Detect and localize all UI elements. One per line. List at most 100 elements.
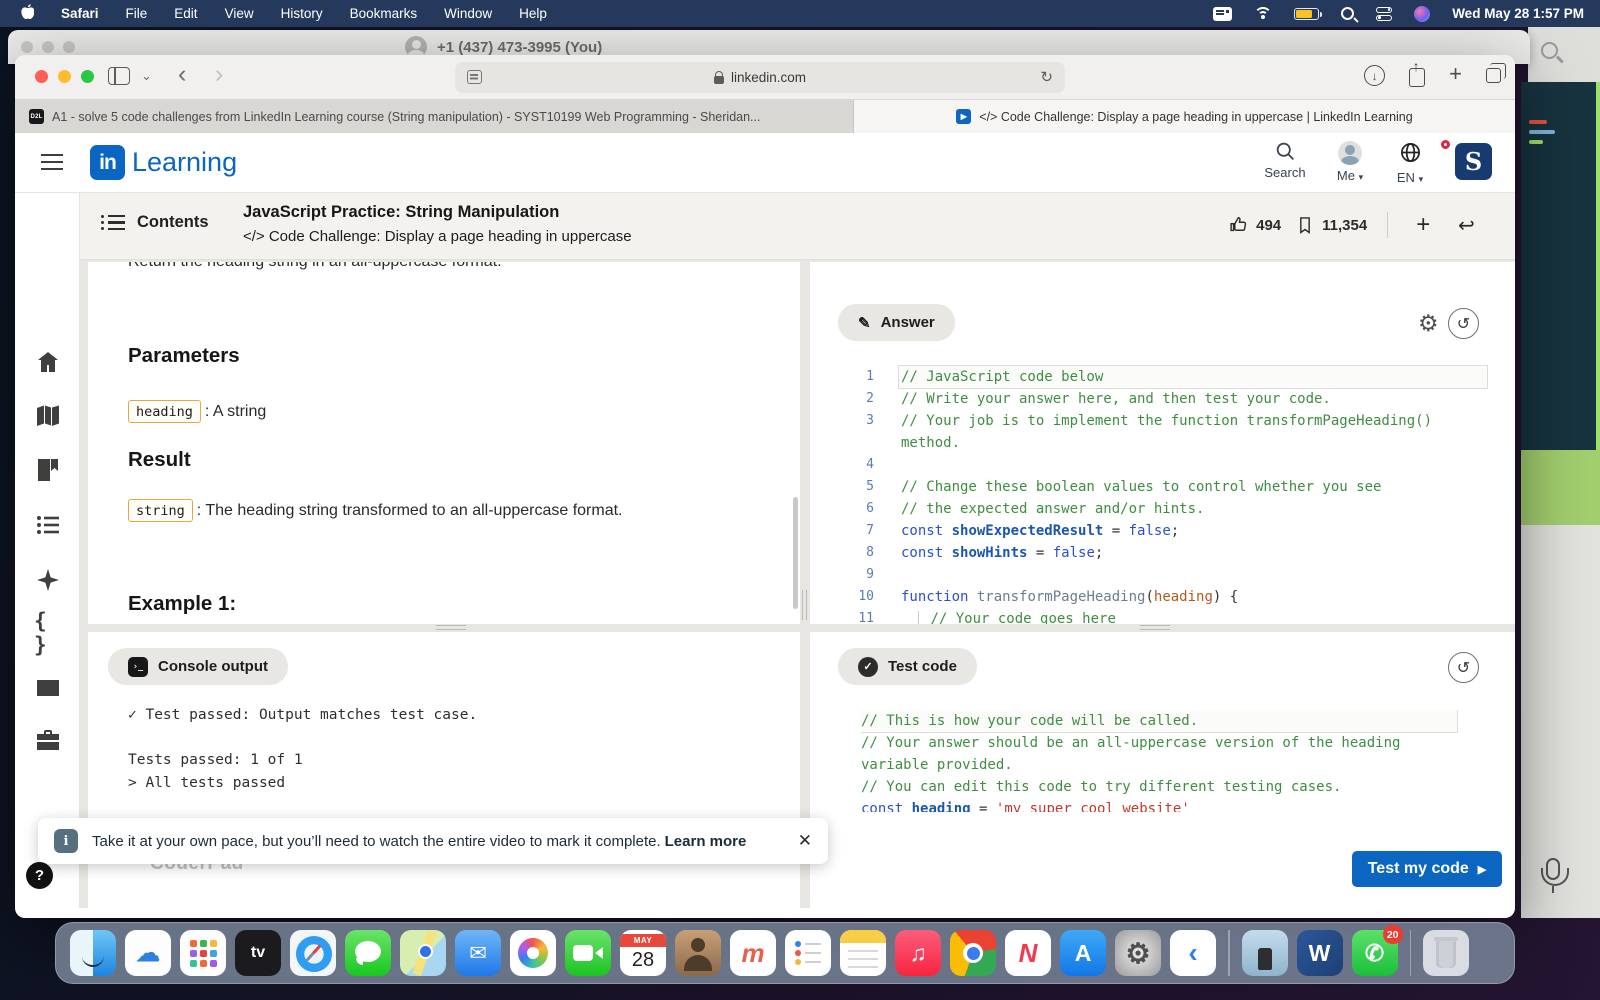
horizontal-resize-handle[interactable] <box>1140 625 1170 630</box>
menu-item-file[interactable]: File <box>126 6 148 21</box>
nav-home-icon[interactable] <box>34 348 62 376</box>
course-header-bar: Contents JavaScript Practice: String Man… <box>80 193 1515 260</box>
nav-ai-sparkle-icon[interactable] <box>34 566 62 594</box>
nav-library-icon[interactable] <box>34 456 62 484</box>
menu-item-edit[interactable]: Edit <box>174 6 197 21</box>
dock-launchpad-icon[interactable] <box>180 930 226 976</box>
test-code-editor[interactable]: // This is how your code will be called.… <box>861 710 1501 812</box>
apple-menu-icon[interactable] <box>20 4 34 23</box>
menubar-items: Safari File Edit View History Bookmarks Window… <box>61 6 547 21</box>
save-button[interactable]: 11,354 <box>1295 215 1367 235</box>
code-line: 8const showHints = false; <box>830 542 1500 564</box>
test-my-code-button[interactable]: Test my code▶ <box>1352 851 1502 887</box>
dock-messages-icon[interactable] <box>345 930 391 976</box>
code-line: 10function transformPageHeading(heading)… <box>830 586 1500 608</box>
dock-trash-icon[interactable] <box>1423 930 1469 976</box>
battery-icon[interactable] <box>1294 8 1319 20</box>
dock-server-monitor-icon[interactable]: ☁ <box>125 930 171 976</box>
menu-item-bookmarks[interactable]: Bookmarks <box>350 6 418 21</box>
menu-item-history[interactable]: History <box>281 6 323 21</box>
control-center-icon[interactable] <box>1376 7 1392 21</box>
contents-button[interactable]: Contents <box>108 213 209 232</box>
spotlight-icon[interactable] <box>1341 7 1354 20</box>
add-button[interactable]: + <box>1416 211 1430 239</box>
help-button[interactable]: ? <box>26 862 53 889</box>
forward-button[interactable]: › <box>215 60 223 89</box>
answer-code-editor[interactable]: 1// JavaScript code below2// Write your … <box>830 366 1500 624</box>
toast-close-icon[interactable]: ✕ <box>798 831 812 851</box>
dock-finder-icon[interactable] <box>70 930 116 976</box>
organization-logo[interactable]: S <box>1455 143 1492 180</box>
dock-notes-icon[interactable] <box>840 930 886 976</box>
nav-explore-icon[interactable] <box>34 402 62 430</box>
dock-divider <box>1410 930 1412 976</box>
reload-icon[interactable]: ↻ <box>1040 68 1053 86</box>
new-tab-button[interactable]: + <box>1449 61 1462 87</box>
learn-more-link[interactable]: Learn more <box>665 833 747 850</box>
share-forward-icon[interactable]: ↪ <box>1458 213 1475 238</box>
answer-tab[interactable]: ✎ Answer <box>838 304 955 341</box>
instructions-scrollbar[interactable] <box>793 497 798 609</box>
tab-overview-button[interactable] <box>1486 68 1501 83</box>
code-line: 11 // Your code goes here <box>830 608 1500 624</box>
back-button[interactable]: ‹ <box>178 60 186 89</box>
language-menu[interactable]: EN ▾ <box>1375 141 1445 185</box>
linkedin-learning-logo[interactable]: in Learning <box>90 145 237 180</box>
address-bar[interactable]: linkedin.com ↻ <box>455 62 1065 93</box>
instructions-panel[interactable]: Return the heading string in an all-uppe… <box>88 262 800 624</box>
code-line: 2// Write your answer here, and then tes… <box>830 388 1500 410</box>
menu-item-view[interactable]: View <box>225 6 254 21</box>
tab-group-chevron-icon[interactable]: ⌄ <box>141 68 152 84</box>
nav-certificate-icon[interactable] <box>34 674 62 702</box>
dock-settings-icon[interactable]: ⚙ <box>1115 930 1161 976</box>
dock-vscode-icon[interactable]: ‹ <box>1170 930 1216 976</box>
dock-app-store-icon[interactable]: A <box>1060 930 1106 976</box>
dock-reminders-icon[interactable] <box>785 930 831 976</box>
console-output-tab[interactable]: ›_ Console output <box>108 648 288 685</box>
dock-safari-icon[interactable] <box>290 930 336 976</box>
downloads-button[interactable]: ↓ <box>1364 65 1385 86</box>
share-button[interactable] <box>1409 68 1425 87</box>
test-code-tab[interactable]: ✓ Test code <box>838 648 977 685</box>
nav-jobs-icon[interactable] <box>34 727 62 755</box>
dock-news-icon[interactable]: N <box>1005 930 1051 976</box>
dock-downloads-preview-icon[interactable] <box>1242 930 1288 976</box>
tab-linkedin-learning[interactable]: ▶ </> Code Challenge: Display a page hea… <box>854 100 1515 133</box>
editor-settings-gear-icon[interactable]: ⚙ <box>1418 310 1439 337</box>
dock-mail-icon[interactable]: ✉ <box>455 930 501 976</box>
menubar-clock[interactable]: Wed May 28 1:57 PM <box>1452 6 1584 21</box>
dock-apple-tv-icon[interactable]: tv <box>235 930 281 976</box>
nav-code-icon[interactable]: { } <box>34 619 62 647</box>
dock-whatsapp-icon[interactable]: ✆20 <box>1352 930 1398 976</box>
coderpad-workspace: Return the heading string in an all-uppe… <box>80 260 1515 908</box>
dock-freeform-icon[interactable]: m <box>730 930 776 976</box>
page-settings-icon[interactable] <box>467 70 482 84</box>
wifi-icon[interactable] <box>1254 7 1272 20</box>
reset-answer-button[interactable]: ↺ <box>1448 308 1479 339</box>
line-number: 10 <box>830 586 874 608</box>
search-button[interactable]: Search <box>1250 141 1320 180</box>
tab-d2l-assignment[interactable]: D2L A1 - solve 5 code challenges from Li… <box>15 100 853 133</box>
dock-maps-icon[interactable] <box>400 930 446 976</box>
lesson-title: </> Code Challenge: Display a page headi… <box>243 228 632 245</box>
input-source-icon[interactable] <box>1213 7 1232 21</box>
dock-facetime-icon[interactable] <box>565 930 611 976</box>
reset-test-code-button[interactable]: ↺ <box>1448 652 1479 683</box>
dock-chrome-icon[interactable] <box>950 930 996 976</box>
dock-calendar-icon[interactable]: MAY28 <box>620 930 666 976</box>
menu-item-window[interactable]: Window <box>444 6 492 21</box>
menu-item-help[interactable]: Help <box>519 6 547 21</box>
vertical-resize-handle[interactable] <box>802 590 807 620</box>
dock-music-icon[interactable]: ♫ <box>895 930 941 976</box>
menu-item-safari[interactable]: Safari <box>61 6 99 21</box>
dock-word-icon[interactable]: W <box>1297 930 1343 976</box>
like-button[interactable]: 494 <box>1229 215 1281 235</box>
sidebar-toggle-icon[interactable] <box>108 67 130 85</box>
dock-contacts-icon[interactable] <box>675 930 721 976</box>
hamburger-menu-icon[interactable] <box>41 154 63 170</box>
nav-list-icon[interactable] <box>34 511 62 539</box>
siri-icon[interactable] <box>1414 6 1430 22</box>
horizontal-resize-handle[interactable] <box>436 625 466 630</box>
dock-photos-icon[interactable] <box>510 930 556 976</box>
traffic-lights[interactable] <box>35 70 94 83</box>
